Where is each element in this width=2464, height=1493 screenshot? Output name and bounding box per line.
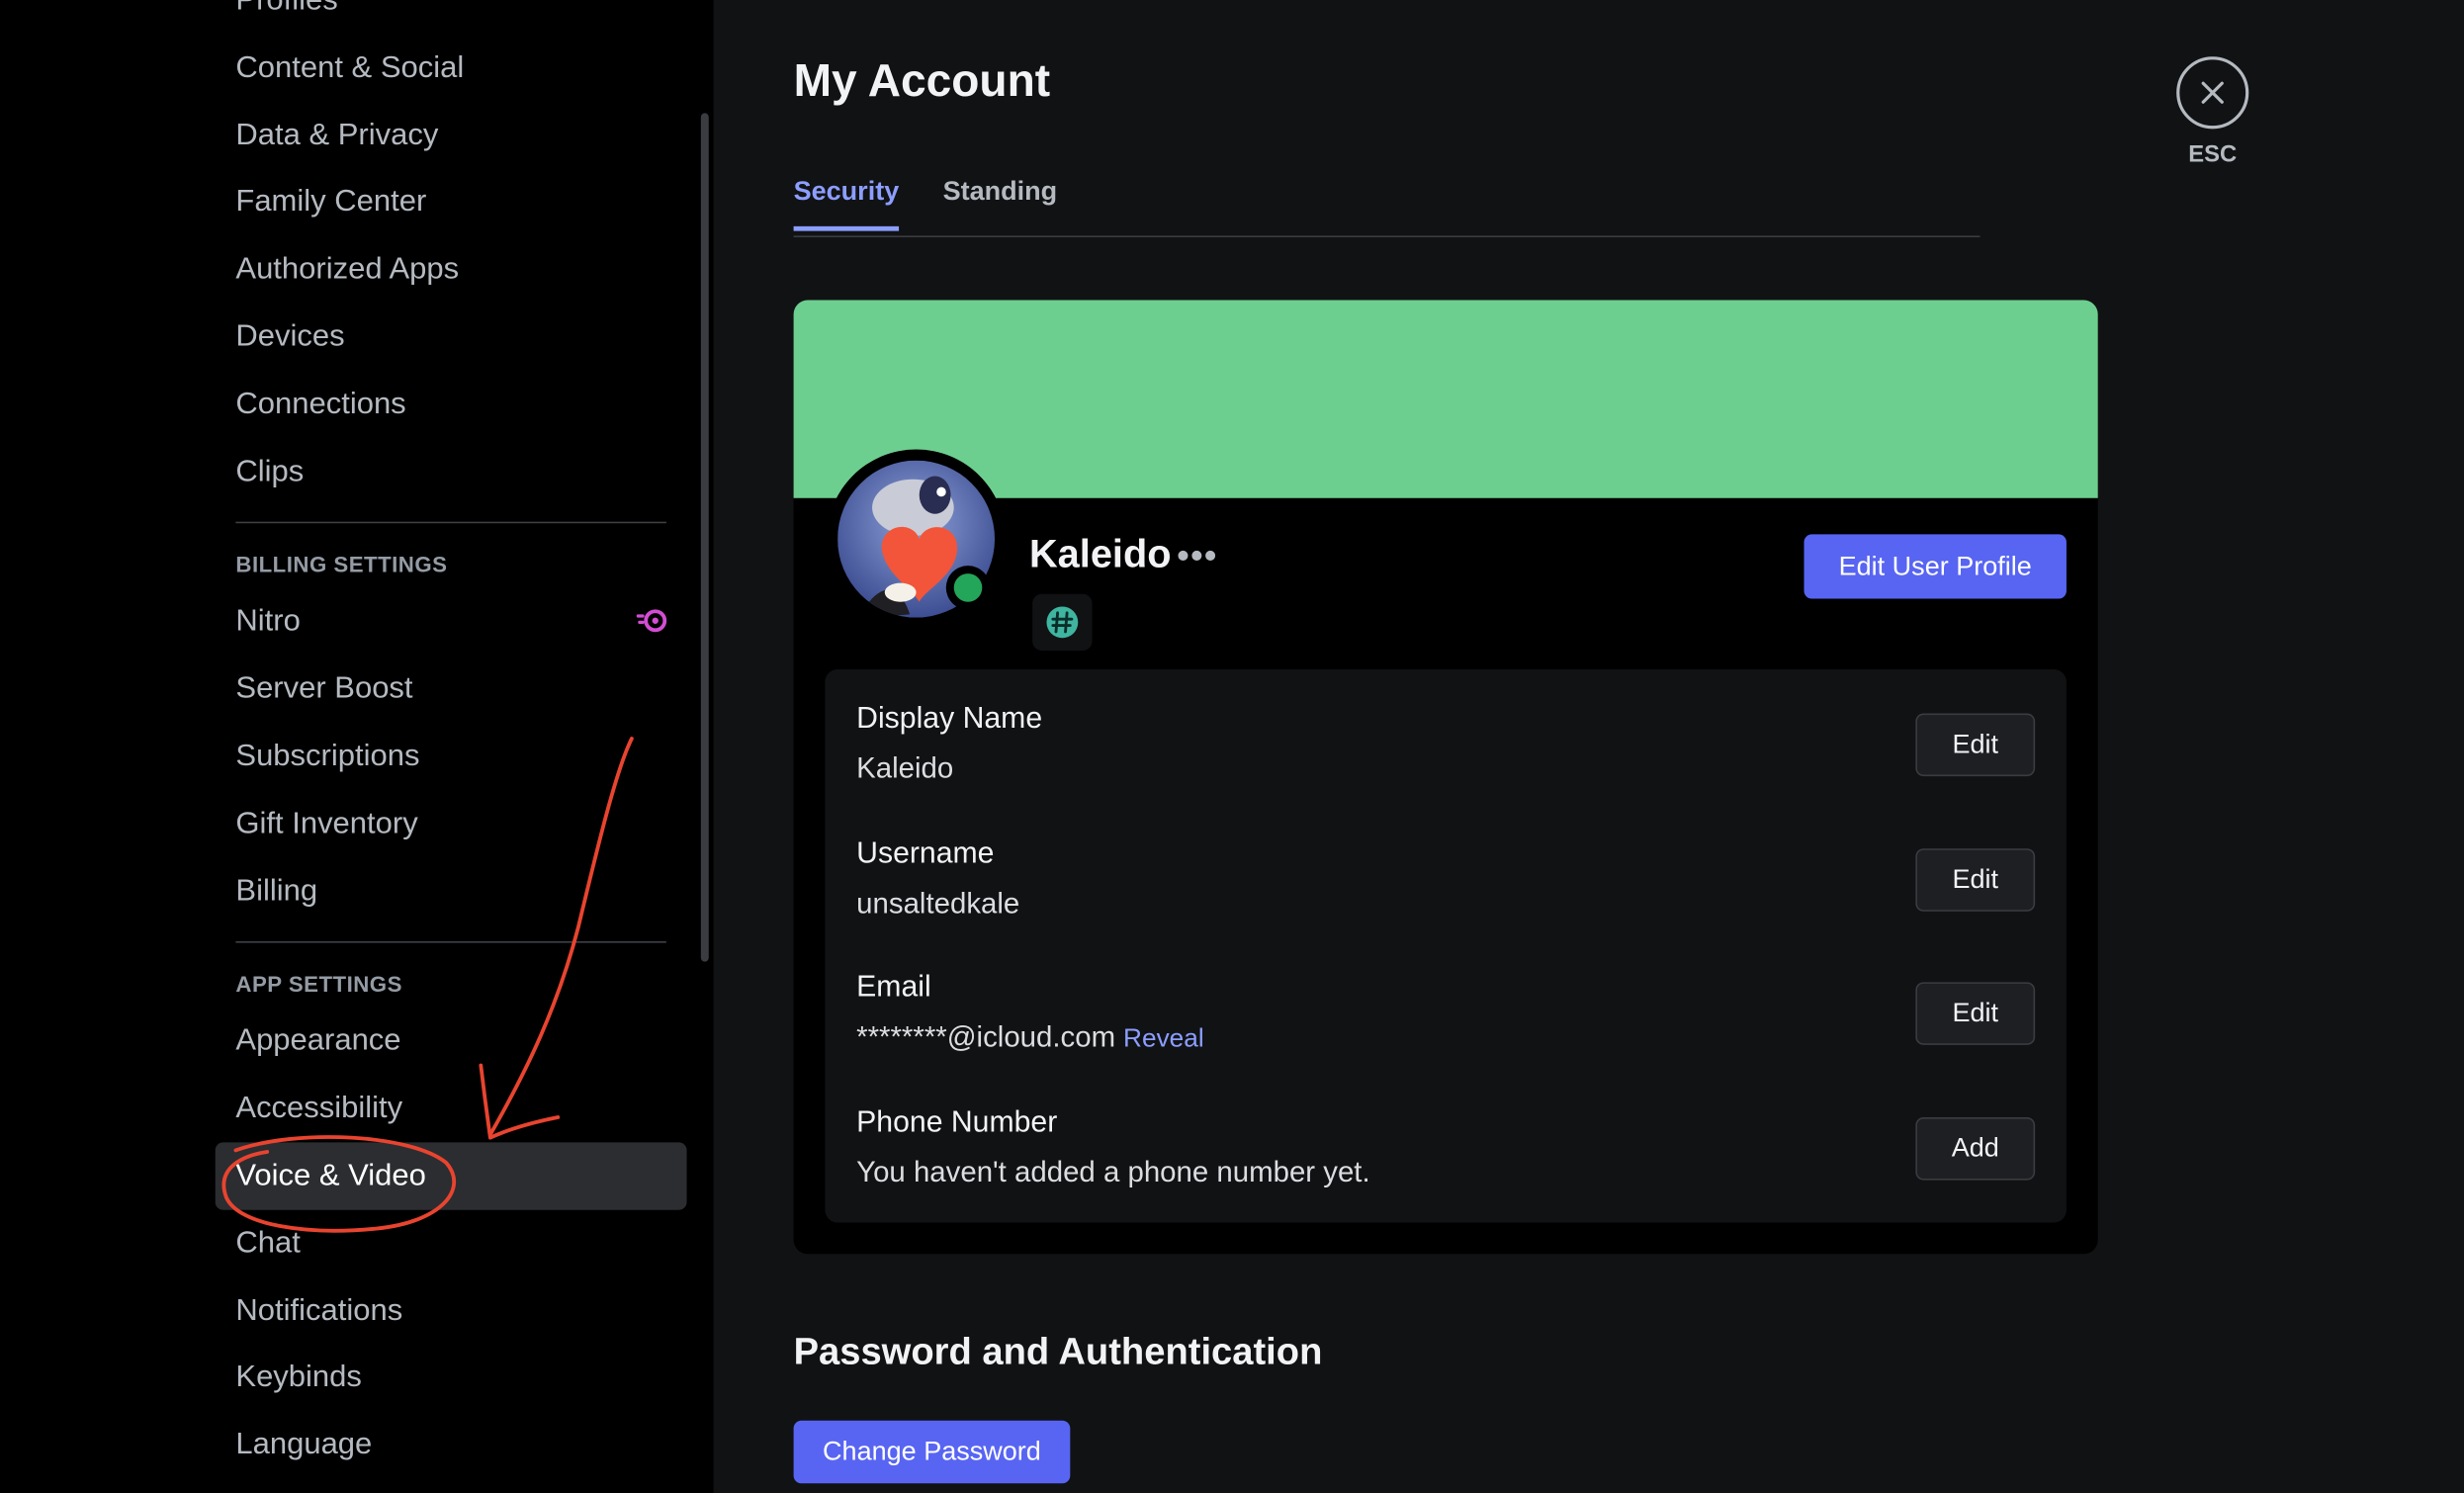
sidebar-item-appearance[interactable]: Appearance bbox=[216, 1008, 687, 1075]
profile-badges[interactable] bbox=[1032, 593, 1093, 651]
hashtag-badge-icon bbox=[1046, 606, 1079, 639]
avatar-container[interactable] bbox=[826, 449, 1007, 629]
add-phone-number-button[interactable]: Add bbox=[1915, 1116, 2036, 1181]
app-settings-header: APP SETTINGS bbox=[235, 971, 402, 998]
sidebar-divider bbox=[235, 941, 666, 944]
sidebar-item-label: Nitro bbox=[235, 603, 301, 639]
tab-security[interactable]: Security bbox=[793, 176, 900, 231]
sidebar-item-subscriptions[interactable]: Subscriptions bbox=[216, 723, 687, 790]
sidebar-item-billing[interactable]: Billing bbox=[216, 857, 687, 924]
nitro-icon bbox=[636, 609, 667, 633]
field-label: Email bbox=[856, 971, 931, 1005]
field-value: Kaleido bbox=[856, 750, 954, 785]
close-button[interactable] bbox=[2176, 56, 2249, 130]
change-password-button[interactable]: Change Password bbox=[793, 1420, 1071, 1484]
more-options-icon[interactable]: ••• bbox=[1177, 536, 1217, 576]
email-value: ********@icloud.com bbox=[856, 1019, 1116, 1053]
sidebar-item-accessibility[interactable]: Accessibility bbox=[216, 1075, 687, 1142]
email-row: Email ********@icloud.com Reveal Edit bbox=[856, 971, 2036, 1081]
display-name-row: Display Name Kaleido Edit bbox=[856, 702, 2036, 812]
sidebar-item-gift-inventory[interactable]: Gift Inventory bbox=[216, 790, 687, 857]
sidebar-item-clips[interactable]: Clips bbox=[216, 438, 687, 505]
sidebar-item-server-boost[interactable]: Server Boost bbox=[216, 656, 687, 723]
account-fields: Display Name Kaleido Edit Username unsal… bbox=[825, 669, 2067, 1223]
close-icon bbox=[2201, 81, 2224, 104]
sidebar-item-family-center[interactable]: Family Center bbox=[216, 169, 687, 236]
sidebar-item-notifications[interactable]: Notifications bbox=[216, 1276, 687, 1344]
sidebar-scroll-area[interactable]: Profiles Content & Social Data & Privacy… bbox=[215, 0, 687, 1478]
edit-email-button[interactable]: Edit bbox=[1915, 982, 2036, 1045]
edit-user-profile-button[interactable]: Edit User Profile bbox=[1804, 534, 2067, 599]
sidebar-item-nitro[interactable]: Nitro bbox=[216, 588, 687, 656]
phone-number-row: Phone Number You haven't added a phone n… bbox=[856, 1105, 2036, 1216]
sidebar-item-keybinds[interactable]: Keybinds bbox=[216, 1344, 687, 1411]
sidebar-item-voice-video[interactable]: Voice & Video bbox=[215, 1142, 687, 1210]
edit-display-name-button[interactable]: Edit bbox=[1915, 713, 2036, 777]
close-settings: ESC bbox=[2176, 56, 2249, 169]
billing-settings-header: BILLING SETTINGS bbox=[235, 552, 448, 577]
username-row: Username unsaltedkale Edit bbox=[856, 837, 2036, 947]
reveal-email-link[interactable]: Reveal bbox=[1123, 1024, 1204, 1053]
online-status-indicator bbox=[945, 566, 991, 610]
field-value-container: ********@icloud.com Reveal bbox=[856, 1019, 1204, 1054]
sidebar-item-connections[interactable]: Connections bbox=[216, 371, 687, 438]
edit-username-button[interactable]: Edit bbox=[1915, 848, 2036, 912]
profile-card: Kaleido ••• Edit User Profile Display Na… bbox=[793, 300, 2098, 1255]
page-title: My Account bbox=[793, 56, 1051, 108]
field-value: You haven't added a phone number yet. bbox=[856, 1155, 1370, 1188]
account-tabs: Security Standing bbox=[793, 170, 1980, 237]
esc-label: ESC bbox=[2188, 141, 2238, 169]
sidebar-item-authorized-apps[interactable]: Authorized Apps bbox=[216, 236, 687, 304]
field-label: Username bbox=[856, 837, 995, 871]
tab-standing[interactable]: Standing bbox=[943, 176, 1058, 231]
field-label: Phone Number bbox=[856, 1105, 1058, 1140]
sidebar-scrollbar[interactable] bbox=[700, 113, 709, 962]
password-section-title: Password and Authentication bbox=[793, 1331, 1323, 1374]
settings-content: My Account Security Standing ESC Kaleido… bbox=[713, 0, 2464, 1493]
sidebar-item-content-social[interactable]: Content & Social bbox=[216, 35, 687, 102]
sidebar-item-language[interactable]: Language bbox=[216, 1411, 687, 1478]
sidebar-item-chat[interactable]: Chat bbox=[216, 1209, 687, 1276]
field-value: unsaltedkale bbox=[856, 886, 1020, 920]
profile-banner bbox=[793, 300, 2098, 498]
sidebar-item-data-privacy[interactable]: Data & Privacy bbox=[216, 102, 687, 169]
sidebar-item-devices[interactable]: Devices bbox=[216, 304, 687, 371]
sidebar-divider bbox=[235, 522, 666, 524]
settings-sidebar: Profiles Content & Social Data & Privacy… bbox=[0, 0, 714, 1493]
field-label: Display Name bbox=[856, 702, 1043, 736]
sidebar-item-profiles[interactable]: Profiles bbox=[216, 0, 687, 35]
profile-display-name: Kaleido bbox=[1028, 532, 1172, 577]
